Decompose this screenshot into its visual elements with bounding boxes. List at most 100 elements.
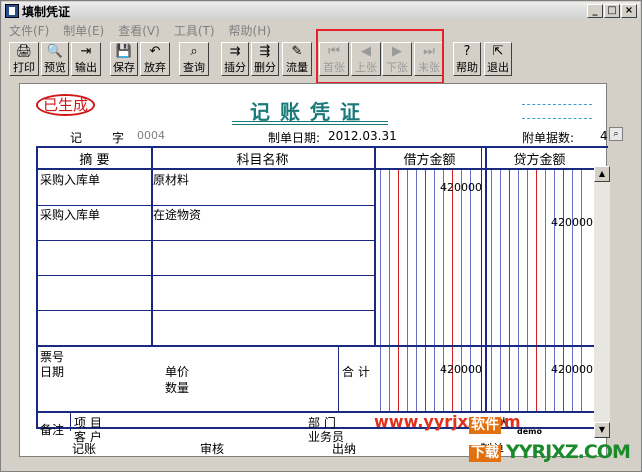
- undo-icon: ↶: [149, 44, 161, 59]
- money-gridline: [380, 170, 381, 411]
- header-summary: 摘 要: [38, 148, 151, 170]
- voucher-date[interactable]: 2012.03.31: [328, 129, 397, 143]
- toolbar-button-insert-row[interactable]: ⇉ 插分: [221, 42, 249, 76]
- header-debit: 借方金额: [374, 148, 485, 170]
- toolbar-button-binoculars[interactable]: ⌕ 查询: [179, 42, 209, 76]
- watermark-brand-3: YYRJXZ.COM: [506, 441, 631, 463]
- help-icon: ?: [463, 44, 471, 59]
- maker-name: demo: [517, 427, 542, 436]
- watermark-brand-1: 软件: [469, 417, 501, 434]
- toolbar-label: 删分: [254, 61, 276, 74]
- preview-icon: 🔍: [46, 44, 64, 59]
- row-account[interactable]: 原材料: [153, 171, 189, 188]
- scroll-down-button[interactable]: ▼: [594, 422, 610, 438]
- total-label: 合 计: [342, 365, 370, 379]
- voucher-window: 填制凭证 _ □ × 文件(F) 制单(E) 查看(V) 工具(T) 帮助(H)…: [0, 0, 642, 472]
- menu-tools[interactable]: 工具(T): [167, 22, 222, 39]
- cashier-label: 出纳: [332, 442, 357, 456]
- date-label: 制单日期:: [268, 131, 321, 145]
- auditor-label: 审核: [200, 442, 225, 456]
- title-bar: 填制凭证 _ □ ×: [2, 2, 640, 20]
- row-debit[interactable]: 420000: [392, 181, 482, 194]
- watermark-brand-2: 下载: [469, 445, 501, 462]
- section-divider: [38, 345, 594, 347]
- toolbar-button-exit[interactable]: ⇱ 退出: [484, 42, 512, 76]
- money-gridline: [491, 170, 492, 411]
- price-label: 单价: [165, 365, 190, 379]
- dash-line-2: [522, 118, 592, 119]
- toolbar-label: 预览: [44, 61, 66, 74]
- total-divider: [338, 345, 339, 411]
- toolbar-label: 帮助: [456, 61, 478, 74]
- binoculars-icon: ⌕: [190, 44, 198, 59]
- toolbar-button-printer[interactable]: 🖨 打印: [9, 42, 39, 76]
- header-credit: 贷方金额: [485, 148, 594, 170]
- toolbar-label: 查询: [183, 61, 205, 74]
- toolbar-button-help[interactable]: ? 帮助: [453, 42, 481, 76]
- total-credit: 420000: [551, 363, 593, 376]
- attachments-label: 附单据数:: [522, 131, 575, 145]
- vertical-scrollbar[interactable]: ▲ ▼: [594, 166, 610, 438]
- row-summary[interactable]: 采购入库单: [40, 171, 100, 188]
- toolbar-button-save[interactable]: 💾 保存: [110, 42, 138, 76]
- toolbar-button-undo[interactable]: ↶ 放弃: [140, 42, 170, 76]
- title-underline: [232, 121, 388, 122]
- row-summary[interactable]: 采购入库单: [40, 206, 100, 223]
- row-account[interactable]: 在途物资: [153, 206, 201, 223]
- voucher-grid: 摘 要科目名称 借方金额 贷方金额 采购入库单 原材料 420000 采购入库单 在途物资 42…: [36, 146, 608, 444]
- toolbar-label: 放弃: [144, 61, 166, 74]
- printer-icon: 🖨: [15, 44, 33, 59]
- date-row-label: 日期: [40, 365, 65, 379]
- nav-highlight-box: [316, 29, 444, 84]
- toolbar-button-flow[interactable]: ✎ 流量: [282, 42, 312, 76]
- toolbar-label: 打印: [13, 61, 35, 74]
- voucher-type[interactable]: 记: [70, 129, 82, 146]
- toolbar-button-delete-row[interactable]: ⇶ 删分: [251, 42, 279, 76]
- toolbar-label: 输出: [75, 61, 97, 74]
- export-icon: ⇥: [80, 44, 92, 59]
- search-icon[interactable]: ⌕: [609, 127, 623, 141]
- status-stamp: 已生成: [36, 94, 96, 116]
- money-gridline: [500, 170, 501, 411]
- voucher-number-label: 字: [112, 131, 125, 145]
- toolbar-button-preview[interactable]: 🔍 预览: [41, 42, 69, 76]
- menu-file[interactable]: 文件(F): [2, 22, 56, 39]
- voucher-number[interactable]: 0004: [137, 129, 165, 142]
- menu-help[interactable]: 帮助(H): [222, 22, 278, 39]
- exit-icon: ⇱: [492, 44, 504, 59]
- save-icon: 💾: [115, 44, 133, 59]
- voucher-document: 已生成 记账凭证 记 字 0004 制单日期: 2012.03.31 附单据数:…: [19, 83, 623, 457]
- menu-voucher[interactable]: 制单(E): [56, 22, 111, 39]
- maximize-button[interactable]: □: [604, 4, 620, 18]
- window-title: 填制凭证: [22, 4, 71, 19]
- scroll-up-button[interactable]: ▲: [594, 166, 610, 182]
- row-divider: [38, 240, 374, 241]
- row-credit[interactable]: 420000: [503, 216, 593, 229]
- minimize-button[interactable]: _: [587, 4, 603, 18]
- toolbar-label: 退出: [487, 61, 509, 74]
- toolbar-label: 插分: [224, 61, 246, 74]
- money-gridline: [389, 170, 390, 411]
- title-underline-2: [232, 124, 388, 125]
- column-divider: [374, 148, 376, 346]
- toolbar-label: 流量: [286, 61, 308, 74]
- close-button[interactable]: ×: [621, 4, 637, 18]
- qty-label: 数量: [165, 381, 190, 395]
- row-divider: [38, 275, 374, 276]
- header-account: 科目名称: [151, 148, 374, 170]
- toolbar-label: 保存: [113, 61, 135, 74]
- delete-row-icon: ⇶: [259, 44, 271, 59]
- remark-divider-v: [70, 411, 71, 431]
- dash-line-1: [522, 104, 592, 105]
- bookkeeper-label: 记账: [72, 442, 97, 456]
- column-divider: [485, 148, 487, 411]
- row-divider: [38, 310, 374, 311]
- app-icon: [5, 4, 19, 18]
- toolbar-button-export[interactable]: ⇥ 输出: [71, 42, 101, 76]
- insert-row-icon: ⇉: [229, 44, 241, 59]
- attachments-count[interactable]: 4: [600, 129, 608, 143]
- menu-view[interactable]: 查看(V): [111, 22, 167, 39]
- flow-icon: ✎: [291, 44, 303, 59]
- total-debit: 420000: [440, 363, 482, 376]
- remark-label: 备注: [40, 423, 65, 437]
